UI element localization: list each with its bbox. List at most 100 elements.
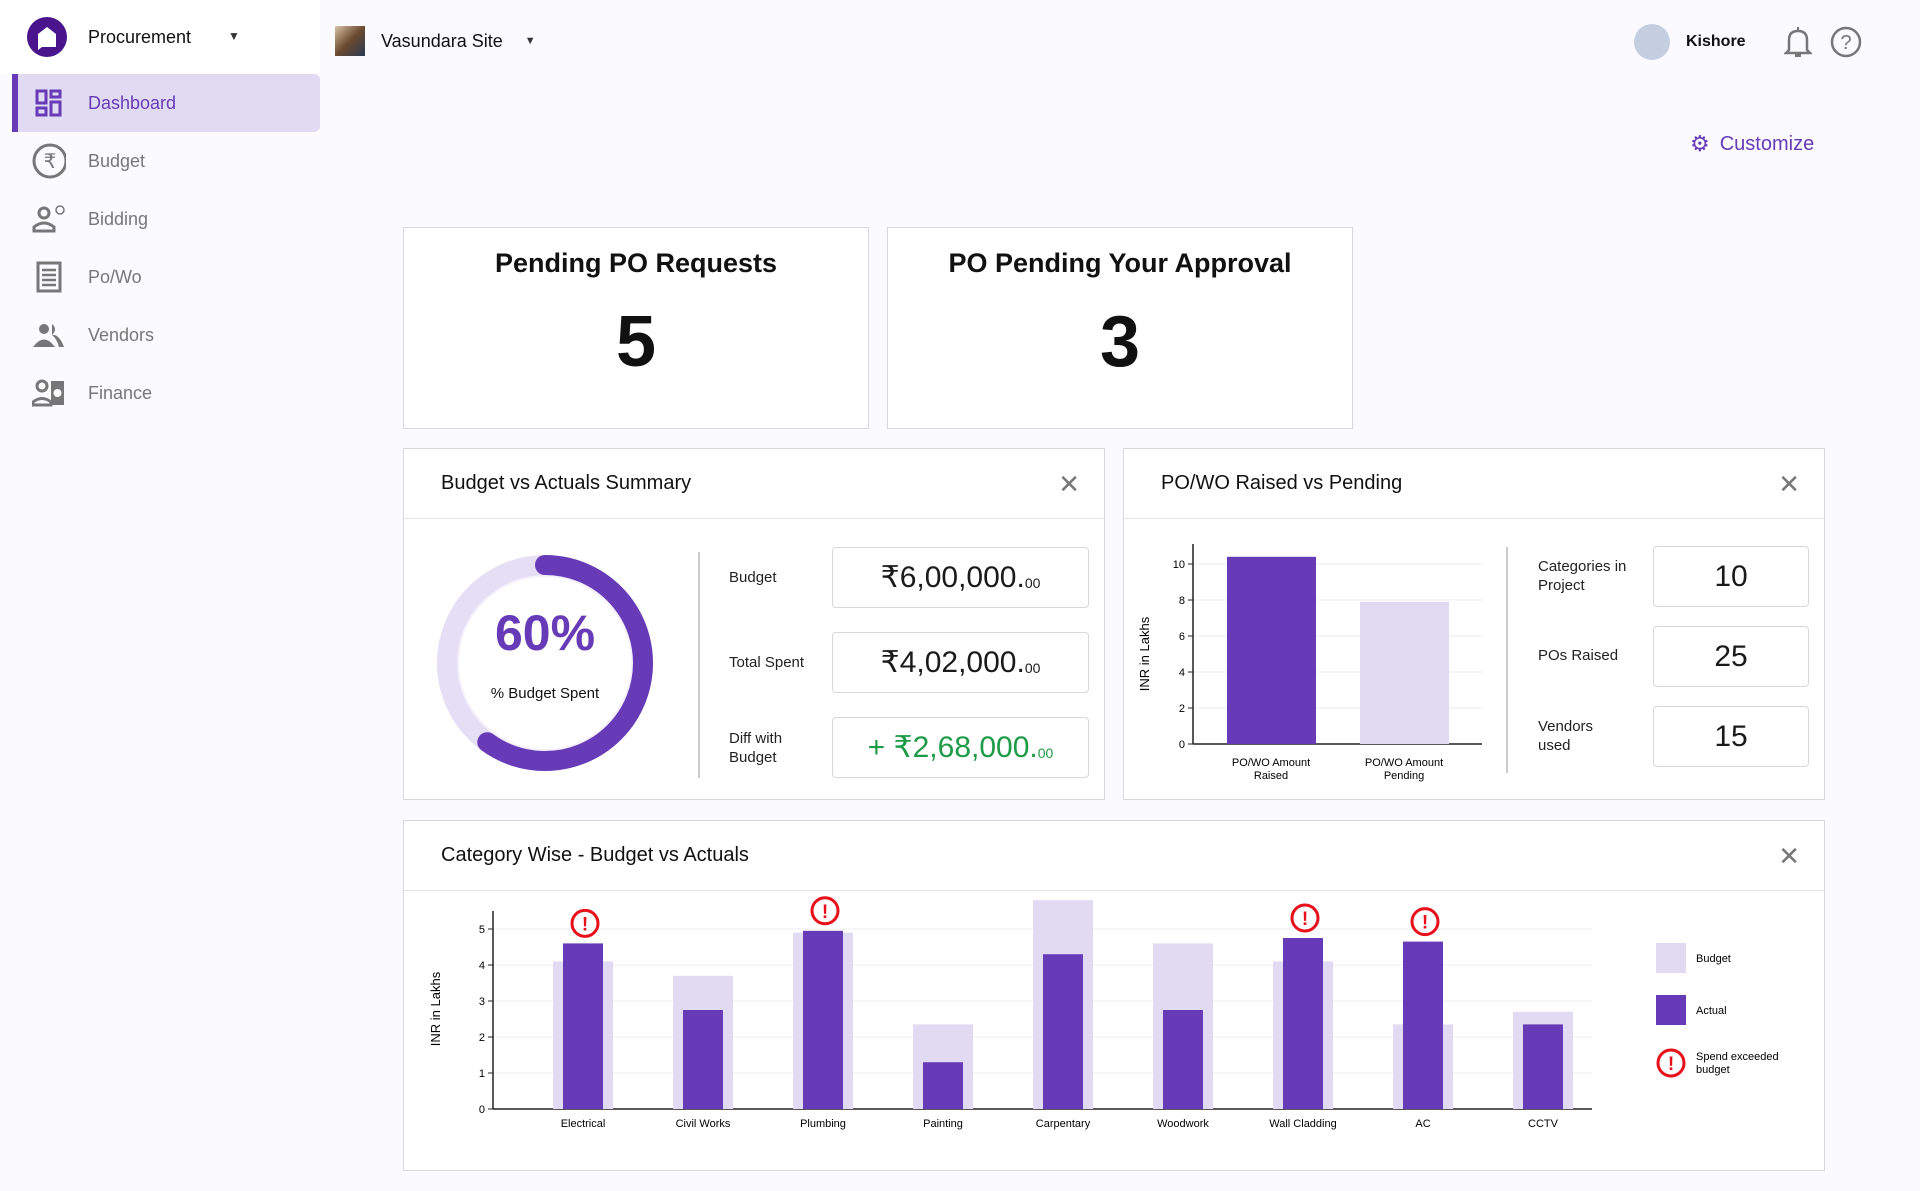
bar bbox=[1360, 601, 1449, 744]
categories-label: Categories in Project bbox=[1538, 558, 1627, 594]
panel-title: Category Wise - Budget vs Actuals bbox=[441, 844, 749, 866]
chevron-down-icon: ▼ bbox=[228, 29, 240, 43]
warning-icon-glyph: ! bbox=[1668, 1054, 1674, 1075]
legend-label: Actual bbox=[1696, 1005, 1727, 1017]
stat-card-pending-po[interactable]: Pending PO Requests 5 bbox=[403, 227, 869, 429]
gear-icon: ⚙ bbox=[1690, 131, 1710, 156]
y-tick-label: 10 bbox=[1173, 559, 1185, 571]
sidebar-item-dashboard[interactable]: Dashboard bbox=[12, 74, 320, 132]
pos-raised-value: 25 bbox=[1653, 626, 1809, 687]
sidebar-item-finance[interactable]: Finance bbox=[12, 364, 320, 422]
stat-card-approval[interactable]: PO Pending Your Approval 3 bbox=[887, 227, 1353, 429]
actual-bar bbox=[923, 1062, 963, 1109]
receipt-icon bbox=[32, 260, 66, 294]
label-line: PO/WO Amount bbox=[1365, 757, 1443, 769]
total-spent-value: ₹4,02,000. 00 bbox=[832, 632, 1089, 693]
help-icon[interactable]: ? bbox=[1830, 26, 1862, 58]
divider bbox=[1506, 547, 1508, 773]
avatar[interactable] bbox=[1634, 24, 1670, 60]
y-tick-label: 4 bbox=[1179, 667, 1185, 679]
label-line: budget bbox=[1696, 1064, 1730, 1076]
budget-value: ₹6,00,000. 00 bbox=[832, 547, 1089, 608]
close-icon[interactable]: ✕ bbox=[1058, 471, 1080, 497]
panel-title: PO/WO Raised vs Pending bbox=[1161, 472, 1403, 494]
budget-summary-panel: Budget vs Actuals Summary ✕ 60% % Budget … bbox=[403, 448, 1105, 800]
app-logo-icon bbox=[27, 17, 67, 57]
y-tick-label: 1 bbox=[479, 1068, 485, 1080]
site-name: Vasundara Site bbox=[381, 30, 503, 51]
label-line: Pending bbox=[1384, 770, 1424, 782]
vendors-used-label: Vendors used bbox=[1538, 718, 1594, 754]
label-line: Spend exceeded bbox=[1696, 1051, 1779, 1063]
y-tick-label: 0 bbox=[479, 1104, 485, 1116]
site-selector[interactable]: Vasundara Site ▼ bbox=[335, 26, 536, 56]
percent-label: % Budget Spent bbox=[490, 685, 600, 702]
budget-donut bbox=[437, 555, 653, 771]
dashboard-icon bbox=[32, 86, 66, 120]
x-tick-label: CCTV bbox=[1528, 1118, 1559, 1130]
user-name[interactable]: Kishore bbox=[1686, 33, 1746, 51]
actual-bar bbox=[563, 943, 603, 1109]
category-panel: Category Wise - Budget vs Actuals ✕ 0 1 2 3 4… bbox=[403, 820, 1825, 1171]
pos-raised-label: POs Raised bbox=[1538, 647, 1619, 664]
actual-bar bbox=[1283, 938, 1323, 1109]
powo-panel: PO/WO Raised vs Pending ✕ 0 2 4 6 8 10 PO/WO Am… bbox=[1123, 448, 1825, 800]
x-tick-label: Civil Works bbox=[676, 1118, 731, 1130]
close-icon[interactable]: ✕ bbox=[1778, 471, 1800, 497]
sidebar-item-label: Dashboard bbox=[88, 92, 177, 113]
svg-text:₹: ₹ bbox=[44, 151, 57, 173]
sidebar-item-label: Po/Wo bbox=[88, 266, 142, 287]
app-switcher[interactable]: Procurement ▼ bbox=[0, 0, 320, 74]
legend-label: Budget bbox=[1696, 953, 1731, 965]
sidebar-item-budget[interactable]: ₹ Budget bbox=[12, 132, 320, 190]
people-icon bbox=[32, 318, 66, 352]
panel-title: Budget vs Actuals Summary bbox=[441, 472, 692, 494]
stat-value: 3 bbox=[1099, 302, 1141, 382]
percent-spent: 60% bbox=[494, 605, 596, 661]
label-line: PO/WO Amount bbox=[1232, 757, 1310, 769]
sidebar-item-vendors[interactable]: Vendors bbox=[12, 306, 320, 364]
chevron-down-icon: ▼ bbox=[524, 35, 536, 47]
warning-icon-glyph: ! bbox=[1422, 913, 1428, 934]
vendors-used-value: 15 bbox=[1653, 706, 1809, 767]
bar bbox=[1227, 556, 1316, 744]
y-tick-label: 3 bbox=[479, 996, 485, 1008]
customize-label: Customize bbox=[1719, 132, 1815, 155]
diff-value: + ₹2,68,000. 00 bbox=[832, 717, 1089, 778]
site-thumbnail bbox=[335, 26, 365, 56]
label-line: Raised bbox=[1254, 770, 1288, 782]
y-tick-label: 2 bbox=[479, 1032, 485, 1044]
y-tick-label: 2 bbox=[1179, 703, 1185, 715]
x-tick-label: Woodwork bbox=[1157, 1118, 1209, 1130]
stat-title: PO Pending Your Approval bbox=[948, 248, 1292, 278]
categories-value: 10 bbox=[1653, 546, 1809, 607]
y-tick-label: 6 bbox=[1179, 631, 1185, 643]
sidebar-item-bidding[interactable]: Bidding bbox=[12, 190, 320, 248]
warning-icon-glyph: ! bbox=[582, 914, 588, 935]
total-spent-label: Total Spent bbox=[729, 654, 805, 671]
legend-swatch-actual bbox=[1656, 995, 1686, 1025]
x-tick-label: PO/WO Amount Pending bbox=[1365, 757, 1443, 782]
warning-icon-glyph: ! bbox=[1302, 909, 1308, 930]
close-icon[interactable]: ✕ bbox=[1778, 843, 1800, 869]
sidebar-item-label: Bidding bbox=[88, 208, 149, 229]
rupee-icon: ₹ bbox=[32, 143, 66, 179]
y-tick-label: 4 bbox=[479, 960, 485, 972]
x-tick-label: Electrical bbox=[561, 1118, 606, 1130]
diff-label: Diff with Budget bbox=[729, 730, 783, 766]
actual-bar bbox=[1043, 954, 1083, 1109]
x-tick-label: Painting bbox=[923, 1118, 963, 1130]
customize-button[interactable]: ⚙ Customize bbox=[1690, 131, 1814, 157]
actual-bar bbox=[1523, 1024, 1563, 1109]
bidding-icon bbox=[32, 202, 66, 236]
sidebar-item-label: Finance bbox=[88, 382, 153, 403]
stat-title: Pending PO Requests bbox=[494, 248, 778, 278]
y-axis-label: INR in Lakhs bbox=[1137, 616, 1152, 691]
y-tick-label: 0 bbox=[1179, 739, 1185, 751]
sidebar-item-powo[interactable]: Po/Wo bbox=[12, 248, 320, 306]
bell-icon[interactable] bbox=[1784, 26, 1812, 58]
finance-icon bbox=[32, 376, 66, 410]
powo-bar-chart: 0246810PO/WO Amount RaisedPO/WO Amount Pen… bbox=[1137, 544, 1482, 782]
x-tick-label: Wall Cladding bbox=[1269, 1118, 1336, 1130]
sidebar: Procurement ▼ Dashboard ₹ Budget Bidding… bbox=[0, 0, 320, 1191]
